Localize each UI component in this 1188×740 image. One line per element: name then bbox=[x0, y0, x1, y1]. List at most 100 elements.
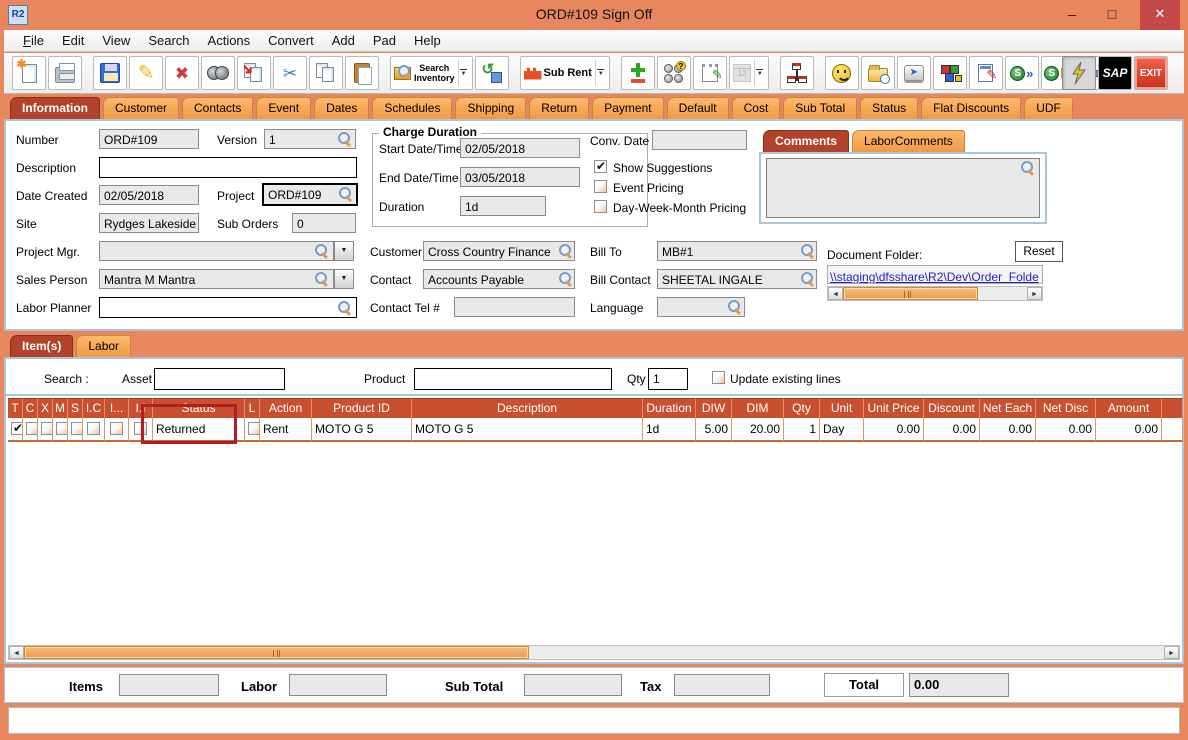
maximize-button[interactable]: □ bbox=[1092, 0, 1132, 30]
tab-sub-total[interactable]: Sub Total bbox=[783, 97, 858, 119]
subtotal-field[interactable] bbox=[524, 674, 622, 696]
date-created-field[interactable]: 02/05/2018 bbox=[99, 185, 199, 205]
transfer-button[interactable]: ➜ bbox=[237, 56, 271, 90]
row-checkbox-t[interactable] bbox=[11, 421, 22, 436]
row-checkbox-s[interactable] bbox=[71, 422, 82, 436]
column-header-diw[interactable]: DIW bbox=[696, 398, 732, 418]
row-cell-duration[interactable]: 1d bbox=[643, 418, 696, 442]
column-header-i-i[interactable]: I.I bbox=[129, 398, 153, 418]
start-date-field[interactable]: 02/05/2018 bbox=[460, 138, 580, 158]
sales-person-dropdown[interactable]: ▼ bbox=[334, 269, 354, 289]
language-search-icon[interactable] bbox=[728, 300, 742, 314]
print-button[interactable] bbox=[48, 56, 82, 90]
row-cell-description[interactable]: MOTO G 5 bbox=[412, 418, 643, 442]
exit-button[interactable]: EXIT bbox=[1134, 56, 1168, 90]
menu-item-actions[interactable]: Actions bbox=[199, 31, 260, 50]
doc-scroll-right-icon[interactable]: ► bbox=[1027, 287, 1042, 300]
shortcut-key-button[interactable]: ➤ bbox=[896, 56, 931, 90]
qty-input[interactable]: 1 bbox=[648, 368, 688, 390]
row-cell-net-each[interactable]: 0.00 bbox=[980, 418, 1036, 442]
customer-search-icon[interactable] bbox=[559, 244, 573, 258]
sub-orders-field[interactable]: 0 bbox=[292, 213, 356, 233]
row-cell-unit-price[interactable]: 0.00 bbox=[864, 418, 924, 442]
labor-planner-field[interactable] bbox=[99, 297, 357, 318]
tab-customer[interactable]: Customer bbox=[103, 97, 180, 119]
edit-note-button[interactable]: ✎ bbox=[968, 56, 1003, 90]
menu-item-convert[interactable]: Convert bbox=[259, 31, 323, 50]
tab-event[interactable]: Event bbox=[256, 97, 312, 119]
project-mgr-dropdown[interactable]: ▼ bbox=[334, 241, 354, 261]
minimize-button[interactable]: – bbox=[1052, 0, 1092, 30]
grid-scroll-thumb[interactable] bbox=[24, 646, 529, 659]
column-header-i-c[interactable]: I.C bbox=[83, 398, 105, 418]
tab-flat-discounts[interactable]: Flat Discounts bbox=[921, 97, 1022, 119]
tab-laborcomments[interactable]: LaborComments bbox=[852, 130, 965, 152]
tab-return[interactable]: Return bbox=[529, 97, 590, 119]
menu-item-edit[interactable]: Edit bbox=[53, 31, 93, 50]
project-mgr-field[interactable] bbox=[99, 241, 334, 261]
column-header-description[interactable]: Description bbox=[412, 398, 643, 418]
project-search-icon[interactable] bbox=[339, 187, 353, 201]
contact-field[interactable]: Accounts Payable bbox=[423, 269, 575, 289]
sub-rent-dropdown-icon[interactable]: ▼ bbox=[594, 60, 606, 86]
row-cell-blank[interactable] bbox=[1162, 418, 1183, 442]
row-checkbox-i-c[interactable] bbox=[87, 422, 100, 436]
column-header-unit-price[interactable]: Unit Price bbox=[864, 398, 924, 418]
menu-item-pad[interactable]: Pad bbox=[364, 31, 405, 50]
quick-action-button[interactable] bbox=[1062, 56, 1096, 90]
bill-to-search-icon[interactable] bbox=[801, 244, 815, 258]
customer-field[interactable]: Cross Country Finance bbox=[423, 241, 575, 261]
tab-udf[interactable]: UDF bbox=[1024, 97, 1073, 119]
labor-planner-search-icon[interactable] bbox=[338, 301, 352, 315]
edit-button[interactable]: ✎ bbox=[129, 56, 163, 90]
row-cell-i-[interactable] bbox=[105, 418, 129, 442]
column-header-blank[interactable] bbox=[1162, 398, 1183, 418]
row-cell-t[interactable] bbox=[8, 418, 23, 442]
quantity-check-button[interactable]: ? bbox=[656, 56, 691, 90]
cut-button[interactable]: ✂ bbox=[273, 56, 307, 90]
contact-search-icon[interactable] bbox=[559, 272, 573, 286]
tab-cost[interactable]: Cost bbox=[731, 97, 781, 119]
row-checkbox-c[interactable] bbox=[26, 422, 37, 436]
document-folder-scrollbar[interactable]: ◄ ► bbox=[827, 286, 1043, 301]
column-header-discount[interactable]: Discount bbox=[924, 398, 980, 418]
row-cell-amount[interactable]: 0.00 bbox=[1096, 418, 1162, 442]
row-cell-l[interactable] bbox=[245, 418, 260, 442]
column-header-t[interactable]: T bbox=[8, 398, 23, 418]
bill-contact-field[interactable]: SHEETAL INGALE bbox=[657, 269, 817, 289]
column-header-i-[interactable]: I... bbox=[105, 398, 129, 418]
tab-comments[interactable]: Comments bbox=[763, 130, 850, 152]
grid-scroll-left-icon[interactable]: ◄ bbox=[9, 646, 24, 659]
row-cell-dim[interactable]: 20.00 bbox=[732, 418, 784, 442]
close-button[interactable]: ✕ bbox=[1140, 0, 1180, 30]
show-suggestions-checkbox[interactable] bbox=[594, 159, 607, 173]
sales-person-field[interactable]: Mantra M Mantra bbox=[99, 269, 334, 289]
asset-input[interactable] bbox=[154, 368, 285, 390]
tab-dates[interactable]: Dates bbox=[314, 97, 370, 119]
column-header-dim[interactable]: DIM bbox=[732, 398, 784, 418]
column-header-amount[interactable]: Amount bbox=[1096, 398, 1162, 418]
doc-scroll-thumb[interactable] bbox=[843, 287, 978, 300]
menu-item-view[interactable]: View bbox=[93, 31, 139, 50]
column-header-l[interactable]: L bbox=[245, 398, 260, 418]
document-folder-link[interactable]: \\staging\dfsshare\R2\Dev\Order_Folde bbox=[830, 270, 1039, 283]
doc-scroll-left-icon[interactable]: ◄ bbox=[828, 287, 843, 300]
labor-total-field[interactable] bbox=[289, 674, 387, 696]
row-cell-action[interactable]: Rent bbox=[260, 418, 312, 442]
notes-pad-button[interactable]: ✎ bbox=[692, 56, 727, 90]
paste-button[interactable] bbox=[345, 56, 379, 90]
find-button[interactable] bbox=[201, 56, 235, 90]
sales-person-search-icon[interactable] bbox=[315, 272, 329, 286]
row-checkbox-i-[interactable] bbox=[110, 422, 123, 436]
grid-hscrollbar[interactable]: ◄ ► bbox=[8, 645, 1180, 660]
tab-item-s-[interactable]: Item(s) bbox=[10, 335, 74, 357]
row-cell-status[interactable]: Returned bbox=[153, 418, 245, 442]
comments-textarea[interactable] bbox=[766, 158, 1040, 218]
document-folder-button[interactable] bbox=[860, 56, 895, 90]
column-header-duration[interactable]: Duration bbox=[643, 398, 696, 418]
comments-search-icon[interactable] bbox=[1021, 161, 1035, 175]
end-date-field[interactable]: 03/05/2018 bbox=[460, 167, 580, 187]
row-cell-s[interactable] bbox=[68, 418, 83, 442]
search-inventory-button[interactable]: Search Inventory ▼ bbox=[390, 56, 473, 90]
column-header-s[interactable]: S bbox=[68, 398, 83, 418]
